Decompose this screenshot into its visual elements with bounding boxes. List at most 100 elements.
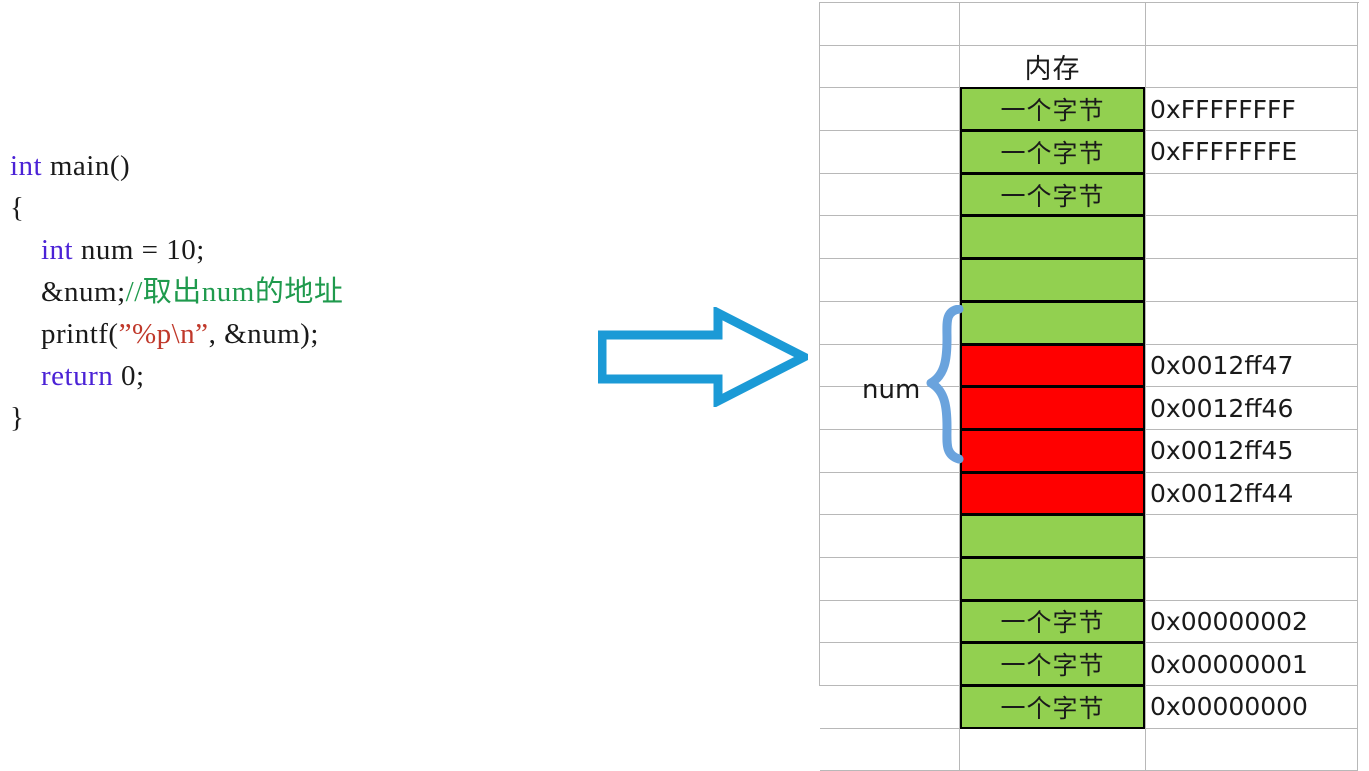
grid-cell-memory: [960, 343, 1146, 388]
code-token: //取出num的地址: [125, 276, 344, 308]
memory-byte-cell: 一个字节: [960, 599, 1145, 644]
memory-address-label: 0xFFFFFFFF: [1150, 94, 1296, 124]
memory-row: 一个字节 0x00000000: [820, 685, 1359, 729]
memory-byte-cell: 一个字节: [960, 87, 1145, 132]
grid-cell-left: [820, 472, 960, 516]
memory-row: 0x0012ff44: [820, 471, 1359, 516]
grid-cell-memory: [960, 258, 1146, 302]
grid-cell-left: [820, 686, 960, 729]
grid-cell-address: [1146, 515, 1358, 558]
code-token: num = 10;: [73, 234, 205, 266]
memory-byte-cell-highlighted: [960, 471, 1145, 516]
memory-row: 一个字节: [820, 172, 1359, 217]
grid-cell-left: [820, 3, 960, 46]
byte-label: 一个字节: [1000, 96, 1105, 126]
code-token: {: [10, 192, 25, 224]
memory-byte-cell: [960, 258, 1145, 302]
grid-cell-address: [1146, 173, 1358, 217]
grid-cell-memory: [960, 300, 1146, 345]
grid-cell-memory: [960, 514, 1146, 558]
grid-cell-address: 0x0012ff44: [1146, 472, 1358, 516]
code-token: 0;: [113, 360, 145, 392]
memory-row: 内存: [820, 45, 1359, 89]
memory-address-label: 0x0012ff47: [1150, 350, 1294, 380]
code-line: }: [10, 397, 510, 439]
grid-cell-address: [1146, 728, 1358, 771]
memory-byte-cell: [960, 300, 1145, 345]
code-line: &num;//取出num的地址: [10, 271, 510, 313]
code-line: return 0;: [10, 355, 510, 397]
memory-row: 0x0012ff45: [820, 428, 1359, 473]
memory-byte-cell: 一个字节: [960, 685, 1145, 729]
memory-row: [820, 300, 1359, 345]
grid-cell-address: [1146, 301, 1358, 345]
memory-address-label: 0x00000000: [1150, 692, 1308, 722]
memory-row: 一个字节 0x00000002: [820, 599, 1359, 644]
code-line: int num = 10;: [10, 229, 510, 271]
grid-cell-left: [820, 216, 960, 260]
grid-cell-memory: [960, 556, 1146, 601]
code-line: int main(): [10, 145, 510, 187]
grid-cell-memory: 一个字节: [960, 599, 1146, 644]
memory-row: [820, 514, 1359, 558]
grid-cell-memory: 一个字节: [960, 87, 1146, 132]
grid-cell-left: [820, 600, 960, 644]
code-line: {: [10, 187, 510, 229]
code-token: return: [41, 360, 114, 392]
memory-byte-cell: [960, 556, 1145, 601]
grid-cell-left: [820, 259, 960, 302]
memory-diagram-grid: 内存 一个字节 0xFFFFFFFF 一个字节 0xFFFFFFFE 一个字节 0x0012…: [819, 2, 1359, 771]
grid-cell-left: [820, 728, 960, 771]
grid-cell-address: 0x00000002: [1146, 600, 1358, 644]
memory-row: 一个字节 0x00000001: [820, 642, 1359, 686]
memory-row: [820, 258, 1359, 302]
grid-cell-memory: 一个字节: [960, 130, 1146, 174]
memory-address-label: 0x00000002: [1150, 606, 1308, 636]
memory-row: [820, 728, 1359, 771]
memory-address-label: 0x0012ff44: [1150, 478, 1294, 508]
grid-cell-memory: [960, 728, 1146, 771]
grid-cell-address: 0x0012ff45: [1146, 429, 1358, 473]
code-token: int: [41, 234, 74, 266]
grid-cell-address: 0xFFFFFFFF: [1146, 88, 1358, 132]
grid-cell-left: [820, 45, 960, 89]
memory-address-label: 0x0012ff45: [1150, 436, 1294, 466]
code-snippet: int main() { int num = 10; &num;//取出num的地…: [10, 145, 510, 439]
memory-address-label: 0xFFFFFFFE: [1150, 137, 1298, 167]
code-token: printf(: [10, 318, 119, 350]
byte-label: 一个字节: [1000, 608, 1105, 638]
memory-byte-cell: 一个字节: [960, 130, 1145, 174]
grid-cell-address: [1146, 259, 1358, 302]
grid-cell-address: 0xFFFFFFFE: [1146, 131, 1358, 174]
grid-cell-address: 0x00000000: [1146, 686, 1358, 729]
grid-cell-memory: 一个字节: [960, 642, 1146, 686]
grid-cell-address: 0x0012ff46: [1146, 387, 1358, 430]
grid-cell-left: [820, 173, 960, 217]
memory-byte-cell: [960, 215, 1145, 260]
grid-cell-memory: [960, 215, 1146, 260]
memory-byte-cell: 一个字节: [960, 642, 1145, 686]
grid-cell-address: [1146, 216, 1358, 260]
grid-cell-memory: [960, 471, 1146, 516]
byte-label: 一个字节: [1000, 138, 1105, 168]
memory-byte-cell-highlighted: [960, 343, 1145, 388]
memory-byte-cell-highlighted: [960, 386, 1145, 430]
grid-cell-memory: 一个字节: [960, 685, 1146, 729]
right-arrow-icon: [597, 305, 814, 409]
curly-brace-icon: [925, 304, 967, 465]
memory-row: [820, 3, 1359, 46]
memory-byte-cell: 一个字节: [960, 172, 1145, 217]
grid-cell-address: [1146, 557, 1358, 601]
grid-cell-memory: [960, 3, 1146, 46]
code-token: &num;: [10, 276, 126, 308]
grid-cell-left: [820, 643, 960, 686]
grid-cell-memory: 内存: [960, 45, 1146, 89]
grid-cell-memory: 一个字节: [960, 172, 1146, 217]
code-token: main(): [42, 150, 131, 182]
memory-row: [820, 215, 1359, 260]
code-token: ”%p\n”: [118, 318, 209, 350]
memory-row: 一个字节 0xFFFFFFFE: [820, 130, 1359, 174]
memory-byte-cell-highlighted: [960, 428, 1145, 473]
